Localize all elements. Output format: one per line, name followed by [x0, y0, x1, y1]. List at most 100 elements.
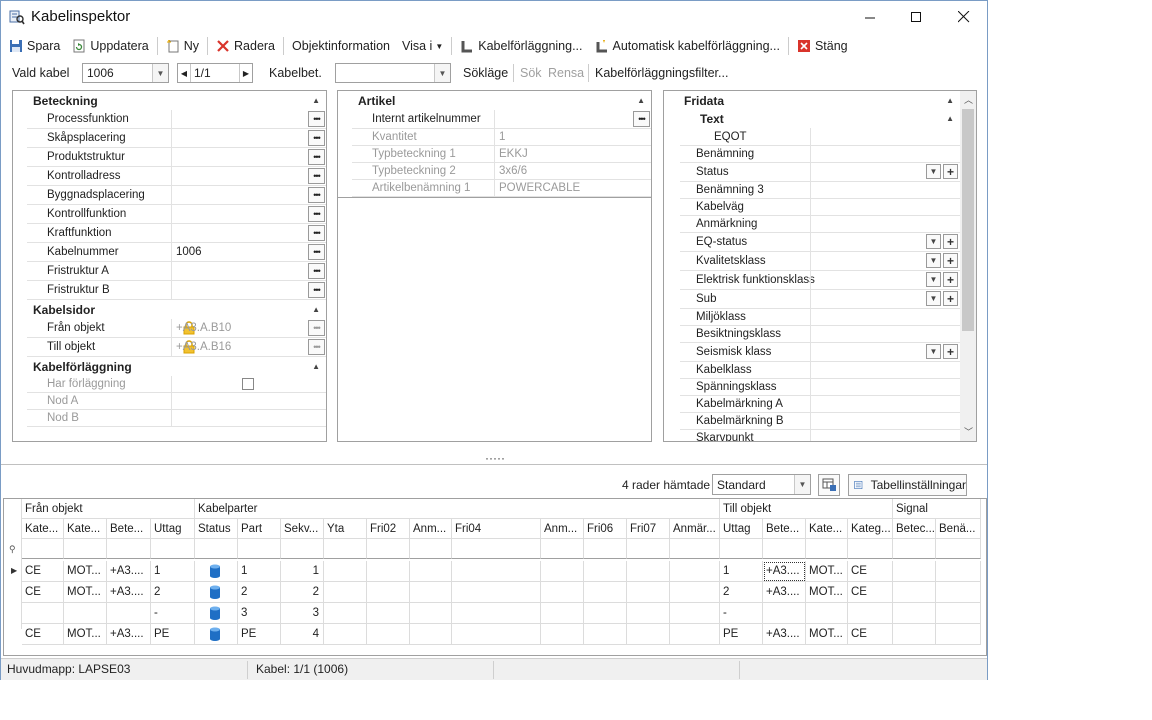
- filter-cell[interactable]: [64, 539, 107, 559]
- property-value-field[interactable]: [810, 430, 960, 441]
- table-cell[interactable]: [541, 603, 584, 624]
- minimize-button[interactable]: [847, 1, 893, 33]
- table-cell[interactable]: [22, 603, 64, 624]
- plus-icon[interactable]: +: [943, 344, 958, 359]
- chevron-down-icon[interactable]: ▼: [926, 291, 941, 306]
- table-cell[interactable]: CE: [22, 582, 64, 603]
- table-cell[interactable]: [627, 561, 670, 582]
- ellipsis-button[interactable]: •••: [308, 187, 325, 203]
- column-header[interactable]: Yta: [324, 519, 367, 539]
- table-cell[interactable]: MOT...: [806, 582, 848, 603]
- cable-routing-button[interactable]: Kabelförläggning...: [454, 35, 588, 57]
- table-cell[interactable]: [367, 582, 410, 603]
- column-header[interactable]: Kateg...: [848, 519, 893, 539]
- table-cell[interactable]: 2: [720, 582, 763, 603]
- table-cell[interactable]: [627, 624, 670, 645]
- column-header[interactable]: Kate...: [806, 519, 848, 539]
- view-combo[interactable]: Standard ▼: [712, 474, 811, 495]
- table-cell[interactable]: PE: [151, 624, 195, 645]
- table-cell[interactable]: [893, 624, 936, 645]
- table-cell[interactable]: [670, 582, 720, 603]
- collapse-caret-icon[interactable]: ▲: [946, 114, 954, 123]
- property-value-field[interactable]: •••: [171, 262, 326, 280]
- save-button[interactable]: Spara: [1, 35, 66, 57]
- ellipsis-button[interactable]: •••: [308, 320, 325, 336]
- property-value-field[interactable]: 1006 •••: [171, 243, 326, 261]
- property-value-field[interactable]: [810, 146, 960, 162]
- property-value-field[interactable]: [810, 362, 960, 378]
- property-value-field[interactable]: [810, 379, 960, 395]
- table-cell[interactable]: [195, 624, 238, 645]
- property-value-field[interactable]: •••: [171, 148, 326, 166]
- table-cell[interactable]: +A3....: [763, 624, 806, 645]
- table-cell[interactable]: CE: [22, 624, 64, 645]
- maximize-button[interactable]: [893, 1, 939, 33]
- table-cell[interactable]: [763, 603, 806, 624]
- table-cell[interactable]: [324, 582, 367, 603]
- ellipsis-button[interactable]: •••: [308, 244, 325, 260]
- property-value-field[interactable]: [810, 199, 960, 215]
- export-view-button[interactable]: [818, 474, 840, 496]
- table-cell[interactable]: MOT...: [64, 582, 107, 603]
- filter-cell[interactable]: [452, 539, 541, 559]
- column-header[interactable]: Status: [195, 519, 238, 539]
- property-value-field[interactable]: •••: [494, 110, 651, 128]
- table-cell[interactable]: [670, 624, 720, 645]
- ellipsis-button[interactable]: •••: [308, 168, 325, 184]
- table-cell[interactable]: [452, 603, 541, 624]
- column-header[interactable]: Fri07: [627, 519, 670, 539]
- table-cell[interactable]: [367, 603, 410, 624]
- filter-cell[interactable]: [238, 539, 281, 559]
- filter-cell[interactable]: [893, 539, 936, 559]
- collapse-caret-icon[interactable]: ▲: [312, 362, 320, 371]
- filter-cell[interactable]: [367, 539, 410, 559]
- scroll-down-icon[interactable]: ﹀: [964, 425, 973, 438]
- table-cell[interactable]: 2: [238, 582, 281, 603]
- group-header-beteckning[interactable]: Beteckning ▲: [13, 92, 326, 110]
- table-cell[interactable]: 2: [151, 582, 195, 603]
- table-cell[interactable]: [324, 603, 367, 624]
- filter-cell[interactable]: [670, 539, 720, 559]
- table-cell[interactable]: [107, 603, 151, 624]
- property-value-field[interactable]: •••: [171, 167, 326, 185]
- column-header[interactable]: Uttag: [151, 519, 195, 539]
- table-cell[interactable]: 1: [151, 561, 195, 582]
- property-value-field[interactable]: ▼ +: [810, 163, 960, 181]
- show-in-menu-button[interactable]: Visa i ▼: [396, 35, 449, 57]
- ellipsis-button[interactable]: •••: [633, 111, 650, 127]
- ellipsis-button[interactable]: •••: [308, 282, 325, 298]
- close-window-button[interactable]: [941, 1, 987, 33]
- table-cell[interactable]: -: [151, 603, 195, 624]
- table-cell[interactable]: 3: [281, 603, 324, 624]
- ellipsis-button[interactable]: •••: [308, 130, 325, 146]
- filter-cell[interactable]: [720, 539, 763, 559]
- column-header[interactable]: Bete...: [107, 519, 151, 539]
- table-cell[interactable]: [893, 561, 936, 582]
- cable-page-navigator[interactable]: ◀ 1/1 ▶: [177, 63, 253, 83]
- group-header-artikel[interactable]: Artikel ▲: [338, 92, 651, 110]
- new-button[interactable]: Ny: [160, 35, 205, 57]
- table-cell[interactable]: [410, 582, 452, 603]
- table-cell[interactable]: [324, 624, 367, 645]
- scroll-up-icon[interactable]: ︿: [964, 93, 973, 106]
- table-cell[interactable]: +A3....: [763, 582, 806, 603]
- property-value-field[interactable]: [810, 326, 960, 342]
- table-cell[interactable]: 1: [238, 561, 281, 582]
- table-cell[interactable]: PE: [720, 624, 763, 645]
- delete-button[interactable]: Radera: [210, 35, 281, 57]
- table-cell[interactable]: [893, 603, 936, 624]
- table-cell[interactable]: 1: [281, 561, 324, 582]
- ellipsis-button[interactable]: •••: [308, 111, 325, 127]
- column-header[interactable]: Anm...: [410, 519, 452, 539]
- table-cell[interactable]: MOT...: [806, 624, 848, 645]
- column-header[interactable]: Betec...: [893, 519, 936, 539]
- chevron-down-icon[interactable]: ▼: [926, 253, 941, 268]
- table-cell[interactable]: [936, 582, 981, 603]
- close-button[interactable]: Stäng: [791, 35, 854, 57]
- column-header[interactable]: Anmär...: [670, 519, 720, 539]
- table-cell[interactable]: CE: [22, 561, 64, 582]
- column-header[interactable]: Kate...: [64, 519, 107, 539]
- table-cell[interactable]: [627, 582, 670, 603]
- cablebet-combo[interactable]: ▼: [335, 63, 451, 83]
- plus-icon[interactable]: +: [943, 291, 958, 306]
